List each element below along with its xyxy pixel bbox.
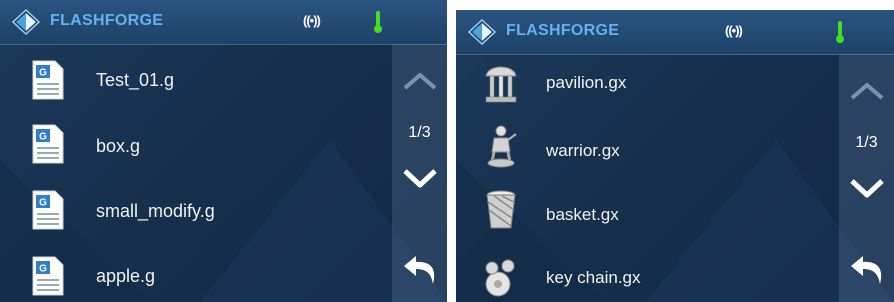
file-list-item[interactable]: basket.gx [456, 182, 839, 242]
svg-text:G: G [39, 198, 47, 209]
file-name: pavilion.gx [546, 73, 627, 92]
flashforge-logo-icon [468, 19, 496, 45]
file-name: box.g [96, 136, 141, 156]
page-down-arrow-icon[interactable] [849, 178, 885, 198]
brand-name: FLASHFORGE [506, 22, 620, 39]
page-indicator: 1/3 [408, 124, 431, 141]
file-list-item[interactable]: pavilion.gx [456, 52, 839, 112]
pavilion-model-icon [485, 66, 517, 103]
file-list-item[interactable]: G Test_01.g [0, 50, 390, 110]
file-name: basket.gx [546, 205, 619, 224]
right-screen: FLASHFORGE ((•)) pavilion.gx warrior.gx [456, 10, 894, 302]
file-list-item[interactable]: G apple.g [0, 244, 390, 302]
gcode-file-icon: G [32, 190, 64, 230]
pager-sidebar: 1/3 [839, 54, 894, 302]
pager-sidebar: 1/3 [392, 44, 447, 302]
page-indicator: 1/3 [855, 134, 878, 151]
file-list-item[interactable]: G small_modify.g [0, 180, 390, 240]
file-list-item[interactable]: G box.g [0, 116, 390, 176]
file-name: apple.g [96, 266, 156, 286]
header-bar: FLASHFORGE ((•)) [456, 10, 894, 55]
back-arrow-icon[interactable] [400, 248, 440, 288]
file-list-item[interactable]: key chain.gx [456, 244, 839, 302]
warrior-model-icon [487, 125, 517, 168]
key-chain-model-icon [485, 259, 515, 297]
wifi-icon[interactable]: ((•)) [725, 23, 743, 38]
thermometer-icon[interactable] [835, 20, 845, 44]
wifi-icon[interactable]: ((•)) [303, 13, 321, 28]
thermometer-icon[interactable] [373, 10, 383, 34]
svg-text:G: G [39, 132, 47, 143]
left-screen: FLASHFORGE ((•)) G Test_01.g G box.g G s… [0, 0, 447, 302]
gcode-file-icon: G [32, 124, 64, 164]
file-name: small_modify.g [96, 201, 215, 221]
back-arrow-icon[interactable] [847, 248, 887, 288]
gcode-file-icon: G [32, 60, 64, 100]
file-list-item[interactable]: warrior.gx [456, 118, 839, 178]
brand-name: FLASHFORGE [50, 12, 164, 29]
gcode-file-icon: G [32, 256, 64, 296]
file-name: warrior.gx [546, 141, 620, 160]
page-down-arrow-icon[interactable] [402, 168, 438, 188]
file-name: key chain.gx [546, 268, 641, 287]
flashforge-logo-icon [12, 9, 40, 35]
svg-text:G: G [39, 264, 47, 275]
basket-model-icon [486, 190, 516, 229]
svg-text:G: G [39, 68, 47, 79]
page-up-arrow-icon[interactable] [849, 82, 885, 100]
header-bar: FLASHFORGE ((•)) [0, 0, 447, 45]
file-name: Test_01.g [96, 70, 175, 90]
page-up-arrow-icon[interactable] [402, 72, 438, 90]
